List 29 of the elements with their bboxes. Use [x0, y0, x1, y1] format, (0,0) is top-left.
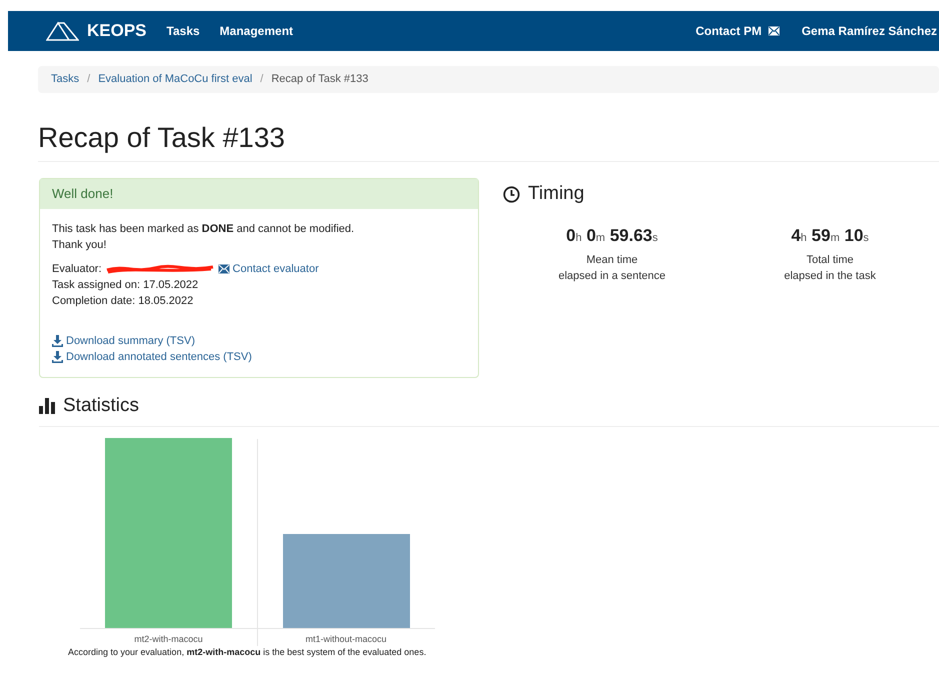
user-menu[interactable]: Gema Ramírez Sánchez [802, 22, 937, 40]
nav-link[interactable]: Management [220, 22, 294, 40]
contact-evaluator-link[interactable]: Contact evaluator [218, 261, 319, 277]
duration-caption: Total time elapsed in the task [784, 253, 876, 284]
current-page-label: Recap of Task #133 [271, 72, 368, 88]
statistics-heading: Statistics [63, 394, 140, 418]
download-link[interactable]: Download summary (TSV) [52, 333, 195, 349]
duration-caption: Mean time elapsed in a sentence [558, 253, 666, 284]
thanks-text: Thank you! [52, 238, 108, 253]
breadcrumb-separator: / [87, 72, 90, 88]
assigned-date: Task assigned on: 17.05.2022 [52, 278, 200, 293]
breadcrumb-separator: / [260, 72, 264, 88]
timing-heading: Timing [528, 182, 584, 206]
brand-name[interactable]: KEOPS [87, 18, 147, 44]
axis-label: mt1-without-macocu [305, 632, 387, 646]
download-link[interactable]: Download annotated sentences (TSV) [52, 349, 252, 365]
nav-link[interactable]: Tasks [166, 22, 200, 40]
page-title: Recap of Task #133 [38, 121, 286, 155]
breadcrumb-link[interactable]: Evaluation of MaCoCu first eval [98, 71, 252, 88]
duration-value: 4h 59m 10s [791, 224, 869, 246]
contact-link[interactable]: Contact PM [696, 22, 780, 40]
axis-label: mt2-with-macocu [134, 632, 203, 646]
panel-heading: Well done! [40, 179, 478, 209]
status-message: This task has been marked as DONE and cannot be modified. [52, 222, 356, 237]
duration-value: 0h 0m 59.63s [566, 224, 658, 246]
evaluator-label: Evaluator: [52, 262, 102, 277]
summary-text: According to your evaluation, mt2-with-macocu is the best system of the evaluated ones. [68, 646, 428, 658]
completion-date: Completion date: 18.05.2022 [52, 294, 194, 309]
breadcrumb-link[interactable]: Tasks [51, 71, 80, 88]
